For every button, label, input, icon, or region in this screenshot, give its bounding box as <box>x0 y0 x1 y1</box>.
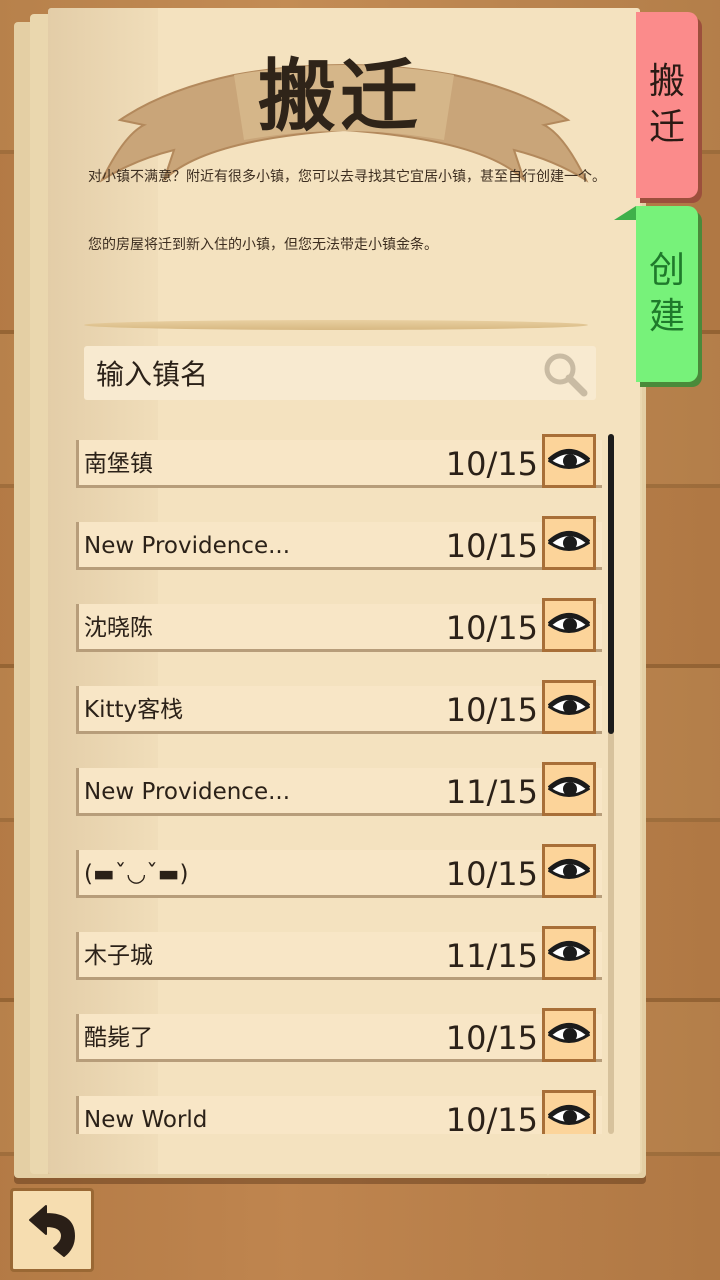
view-town-button[interactable] <box>542 434 596 488</box>
town-population: 10/15 <box>445 691 538 729</box>
eye-icon <box>548 859 590 879</box>
town-name: 木子城 <box>84 943 153 969</box>
town-population: 11/15 <box>445 937 538 975</box>
tab-create-char-2: 建 <box>648 296 685 337</box>
eye-icon <box>548 449 590 469</box>
description-note: 您的房屋将迁到新入住的小镇，但您无法带走小镇金条。 <box>88 237 438 253</box>
tab-create[interactable]: 创 建 <box>614 206 698 382</box>
town-population: 10/15 <box>445 527 538 565</box>
town-population: 10/15 <box>445 1101 538 1134</box>
town-name: 酷毙了 <box>84 1025 153 1051</box>
town-list[interactable]: 南堡镇 10/15 New Providence... 10/15 沈晓陈 10… <box>76 434 610 1134</box>
view-town-button[interactable] <box>542 844 596 898</box>
town-name: 沈晓陈 <box>84 615 153 641</box>
view-town-button[interactable] <box>542 598 596 652</box>
view-town-button[interactable] <box>542 762 596 816</box>
view-town-button[interactable] <box>542 516 596 570</box>
view-town-button[interactable] <box>542 1008 596 1062</box>
town-name: New Providence... <box>84 779 291 805</box>
tab-create-char-1: 创 <box>648 250 685 291</box>
view-town-button[interactable] <box>542 1090 596 1134</box>
town-row[interactable]: Kitty客栈 10/15 <box>76 680 604 734</box>
town-row[interactable]: 沈晓陈 10/15 <box>76 598 604 652</box>
back-arrow-icon <box>29 1205 75 1257</box>
town-row[interactable]: New World 10/15 <box>76 1090 604 1134</box>
town-population: 10/15 <box>445 855 538 893</box>
town-name: New World <box>84 1107 208 1133</box>
town-row[interactable]: 酷毙了 10/15 <box>76 1008 604 1062</box>
town-row[interactable]: (▬ˇ◡ˇ▬) 10/15 <box>76 844 604 898</box>
eye-icon <box>548 695 590 715</box>
town-population: 11/15 <box>445 773 538 811</box>
eye-icon <box>548 1023 590 1043</box>
back-button[interactable] <box>10 1188 94 1272</box>
town-row[interactable]: 南堡镇 10/15 <box>76 434 604 488</box>
tab-move-char-1: 搬 <box>648 61 685 102</box>
scrollbar-thumb[interactable] <box>608 434 614 734</box>
tab-move-char-2: 迁 <box>648 107 685 148</box>
search-input[interactable] <box>94 346 538 402</box>
view-town-button[interactable] <box>542 680 596 734</box>
town-population: 10/15 <box>445 609 538 647</box>
search-box <box>84 346 596 402</box>
view-town-button[interactable] <box>542 926 596 980</box>
tab-move[interactable]: 搬 迁 <box>636 12 698 198</box>
town-name: 南堡镇 <box>84 451 153 477</box>
divider <box>84 320 588 330</box>
page-tear <box>540 1140 556 1176</box>
town-row[interactable]: New Providence... 11/15 <box>76 762 604 816</box>
eye-icon <box>548 531 590 551</box>
eye-icon <box>548 777 590 797</box>
search-icon[interactable] <box>542 351 588 397</box>
town-name: Kitty客栈 <box>84 697 184 723</box>
town-row[interactable]: 木子城 11/15 <box>76 926 604 980</box>
eye-icon <box>548 941 590 961</box>
eye-icon <box>548 613 590 633</box>
page-title: 搬迁 <box>257 52 422 142</box>
town-name: New Providence... <box>84 533 291 559</box>
town-name: (▬ˇ◡ˇ▬) <box>84 861 189 887</box>
list-scrollbar[interactable] <box>608 434 614 1134</box>
eye-icon <box>548 1105 590 1125</box>
town-row[interactable]: New Providence... 10/15 <box>76 516 604 570</box>
town-population: 10/15 <box>445 445 538 483</box>
description-text: 对小镇不满意？附近有很多小镇，您可以去寻找其它宜居小镇，甚至自行创建一个。 <box>88 169 606 185</box>
town-population: 10/15 <box>445 1019 538 1057</box>
